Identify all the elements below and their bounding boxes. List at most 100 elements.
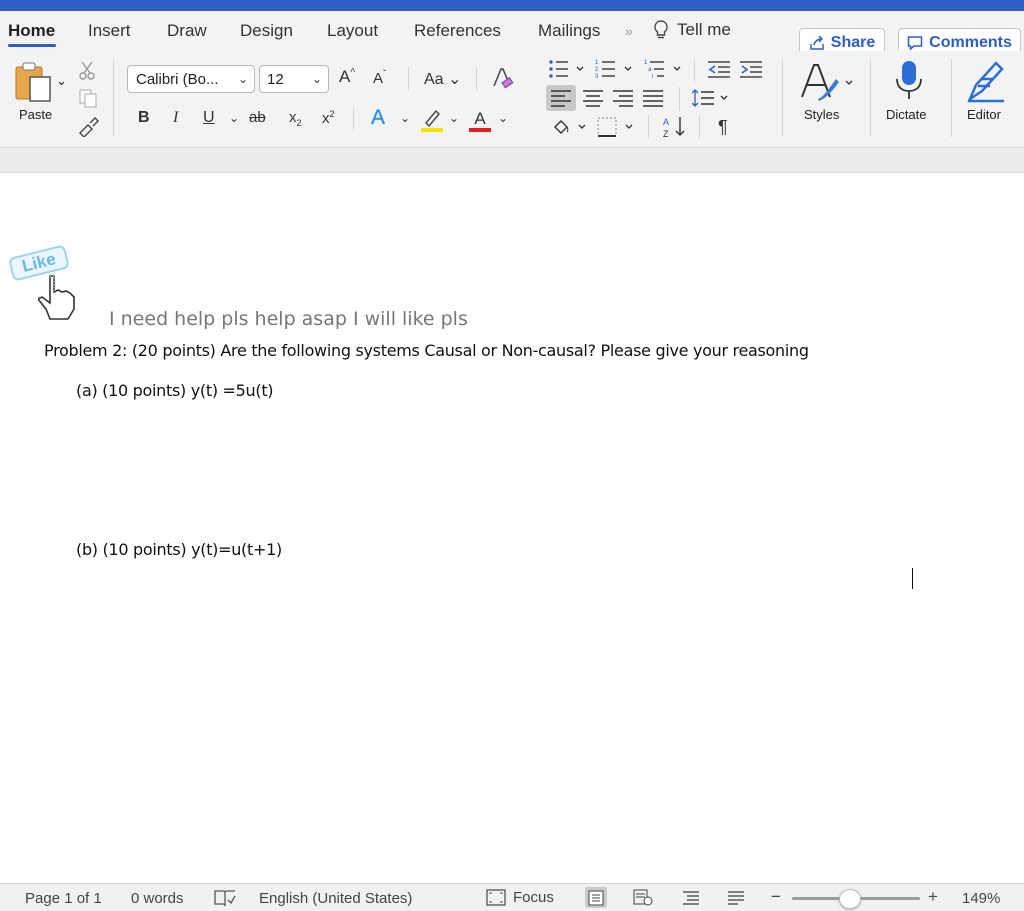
bold-button[interactable]: B	[138, 109, 150, 127]
svg-text:A: A	[663, 117, 669, 127]
chevron-down-icon[interactable]: ⌄	[400, 111, 410, 125]
word-count[interactable]: 0 words	[131, 890, 184, 907]
document-page[interactable]: Like I need help pls help asap I will li…	[0, 174, 1024, 883]
chevron-down-icon[interactable]: ⌄	[449, 111, 459, 125]
chevron-down-icon[interactable]: ⌄	[498, 111, 508, 125]
microphone-icon[interactable]	[893, 59, 925, 101]
bullets-icon[interactable]	[548, 59, 588, 79]
svg-text:3: 3	[595, 74, 599, 79]
clear-formatting-icon[interactable]	[491, 66, 515, 90]
dictate-label: Dictate	[886, 107, 927, 122]
outline-icon	[683, 890, 699, 905]
divider	[694, 59, 695, 83]
paste-label: Paste	[19, 107, 53, 122]
divider	[679, 87, 680, 111]
focus-button[interactable]: Focus	[486, 889, 554, 906]
ribbon-tabs: Home Insert Draw Design Layout Reference…	[0, 11, 1024, 58]
italic-button[interactable]: I	[173, 109, 178, 127]
part-b-text: (b) (10 points) y(t)=u(t+1)	[76, 540, 282, 559]
divider	[870, 59, 871, 137]
tab-insert[interactable]: Insert	[88, 21, 131, 41]
ribbon-home: ⌄ Paste Calibri (Bo... ⌄ 12 ⌄ A^ Aˇ Aa ⌄…	[0, 51, 1024, 147]
chevron-down-icon: ⌄	[311, 72, 322, 86]
divider	[353, 107, 354, 131]
tab-references[interactable]: References	[414, 21, 501, 41]
draft-view-button[interactable]	[725, 887, 747, 908]
multilevel-list-icon[interactable]: 1ai	[644, 59, 686, 79]
svg-text:A: A	[474, 109, 486, 128]
pointing-hand-icon	[38, 274, 75, 320]
line-spacing-icon[interactable]	[692, 88, 732, 108]
numbering-icon[interactable]: 123	[595, 59, 637, 79]
tab-home[interactable]: Home	[8, 21, 55, 41]
align-right-icon[interactable]	[613, 89, 633, 107]
underline-options-icon[interactable]: ⌄	[229, 111, 239, 125]
language-indicator[interactable]: English (United States)	[259, 890, 412, 907]
subscript-button[interactable]: x2	[289, 109, 302, 128]
tab-mailings[interactable]: Mailings	[538, 21, 600, 41]
proofing-icon[interactable]	[214, 890, 236, 907]
status-bar: Page 1 of 1 0 words English (United Stat…	[0, 883, 1024, 911]
ribbon-separator	[0, 147, 1024, 173]
zoom-level[interactable]: 149%	[962, 890, 1000, 907]
zoom-out-button[interactable]: −	[771, 887, 781, 907]
highlight-icon[interactable]	[420, 107, 444, 133]
window-title-bar	[0, 0, 1024, 11]
svg-text:1: 1	[595, 60, 599, 66]
tell-me-search[interactable]: Tell me	[653, 20, 731, 40]
show-formatting-marks-icon[interactable]: ¶	[718, 117, 728, 138]
shading-icon[interactable]	[551, 117, 591, 137]
sort-icon[interactable]: AZ	[662, 115, 688, 139]
justify-icon[interactable]	[643, 89, 663, 107]
comments-label: Comments	[929, 34, 1012, 51]
zoom-in-button[interactable]: +	[928, 887, 938, 907]
cut-icon[interactable]	[78, 61, 96, 81]
divider	[408, 67, 409, 91]
text-effects-icon[interactable]: A	[371, 106, 385, 130]
outline-view-button[interactable]	[680, 887, 702, 908]
tab-draw[interactable]: Draw	[167, 21, 207, 41]
change-case-button[interactable]: Aa ⌄	[424, 69, 461, 89]
divider	[113, 59, 114, 137]
font-color-icon[interactable]: A	[468, 107, 492, 133]
shrink-font-icon[interactable]: Aˇ	[373, 69, 386, 87]
styles-icon[interactable]	[798, 61, 858, 103]
styles-label: Styles	[804, 107, 840, 122]
svg-text:2: 2	[595, 67, 599, 73]
part-a-text: (a) (10 points) y(t) =5u(t)	[76, 381, 274, 400]
paste-dropdown-icon[interactable]: ⌄	[56, 73, 67, 89]
grow-font-icon[interactable]: A^	[339, 67, 355, 87]
align-left-button[interactable]	[546, 85, 576, 111]
web-layout-icon	[633, 889, 653, 906]
more-tabs-chevron-icon[interactable]: »	[625, 23, 633, 39]
copy-icon[interactable]	[78, 88, 98, 108]
divider	[699, 115, 700, 139]
paste-icon[interactable]	[14, 61, 54, 103]
tab-design[interactable]: Design	[240, 21, 293, 41]
svg-text:Z: Z	[663, 129, 669, 139]
page-count[interactable]: Page 1 of 1	[25, 890, 102, 907]
svg-text:a: a	[648, 67, 652, 73]
increase-indent-icon[interactable]	[740, 60, 762, 78]
superscript-button[interactable]: x2	[322, 109, 335, 127]
web-layout-view-button[interactable]	[632, 887, 654, 908]
strikethrough-button[interactable]: ab	[249, 109, 266, 126]
font-name-value: Calibri (Bo...	[136, 71, 219, 88]
print-layout-view-button[interactable]	[585, 887, 607, 908]
decrease-indent-icon[interactable]	[708, 60, 730, 78]
font-size-select[interactable]: 12 ⌄	[259, 65, 329, 93]
editor-label: Editor	[967, 107, 1001, 122]
underline-button[interactable]: U	[203, 109, 215, 127]
font-name-select[interactable]: Calibri (Bo... ⌄	[127, 65, 255, 93]
tab-layout[interactable]: Layout	[327, 21, 378, 41]
divider	[648, 115, 649, 139]
format-painter-icon[interactable]	[76, 115, 100, 137]
comment-icon	[907, 36, 923, 51]
zoom-slider-handle[interactable]	[838, 889, 861, 909]
subscript-x: x	[289, 109, 297, 126]
borders-icon[interactable]	[596, 116, 638, 138]
editor-icon[interactable]	[964, 59, 1008, 103]
tell-me-label: Tell me	[677, 20, 731, 39]
align-center-icon[interactable]	[583, 89, 603, 107]
superscript-x: x	[322, 110, 330, 127]
